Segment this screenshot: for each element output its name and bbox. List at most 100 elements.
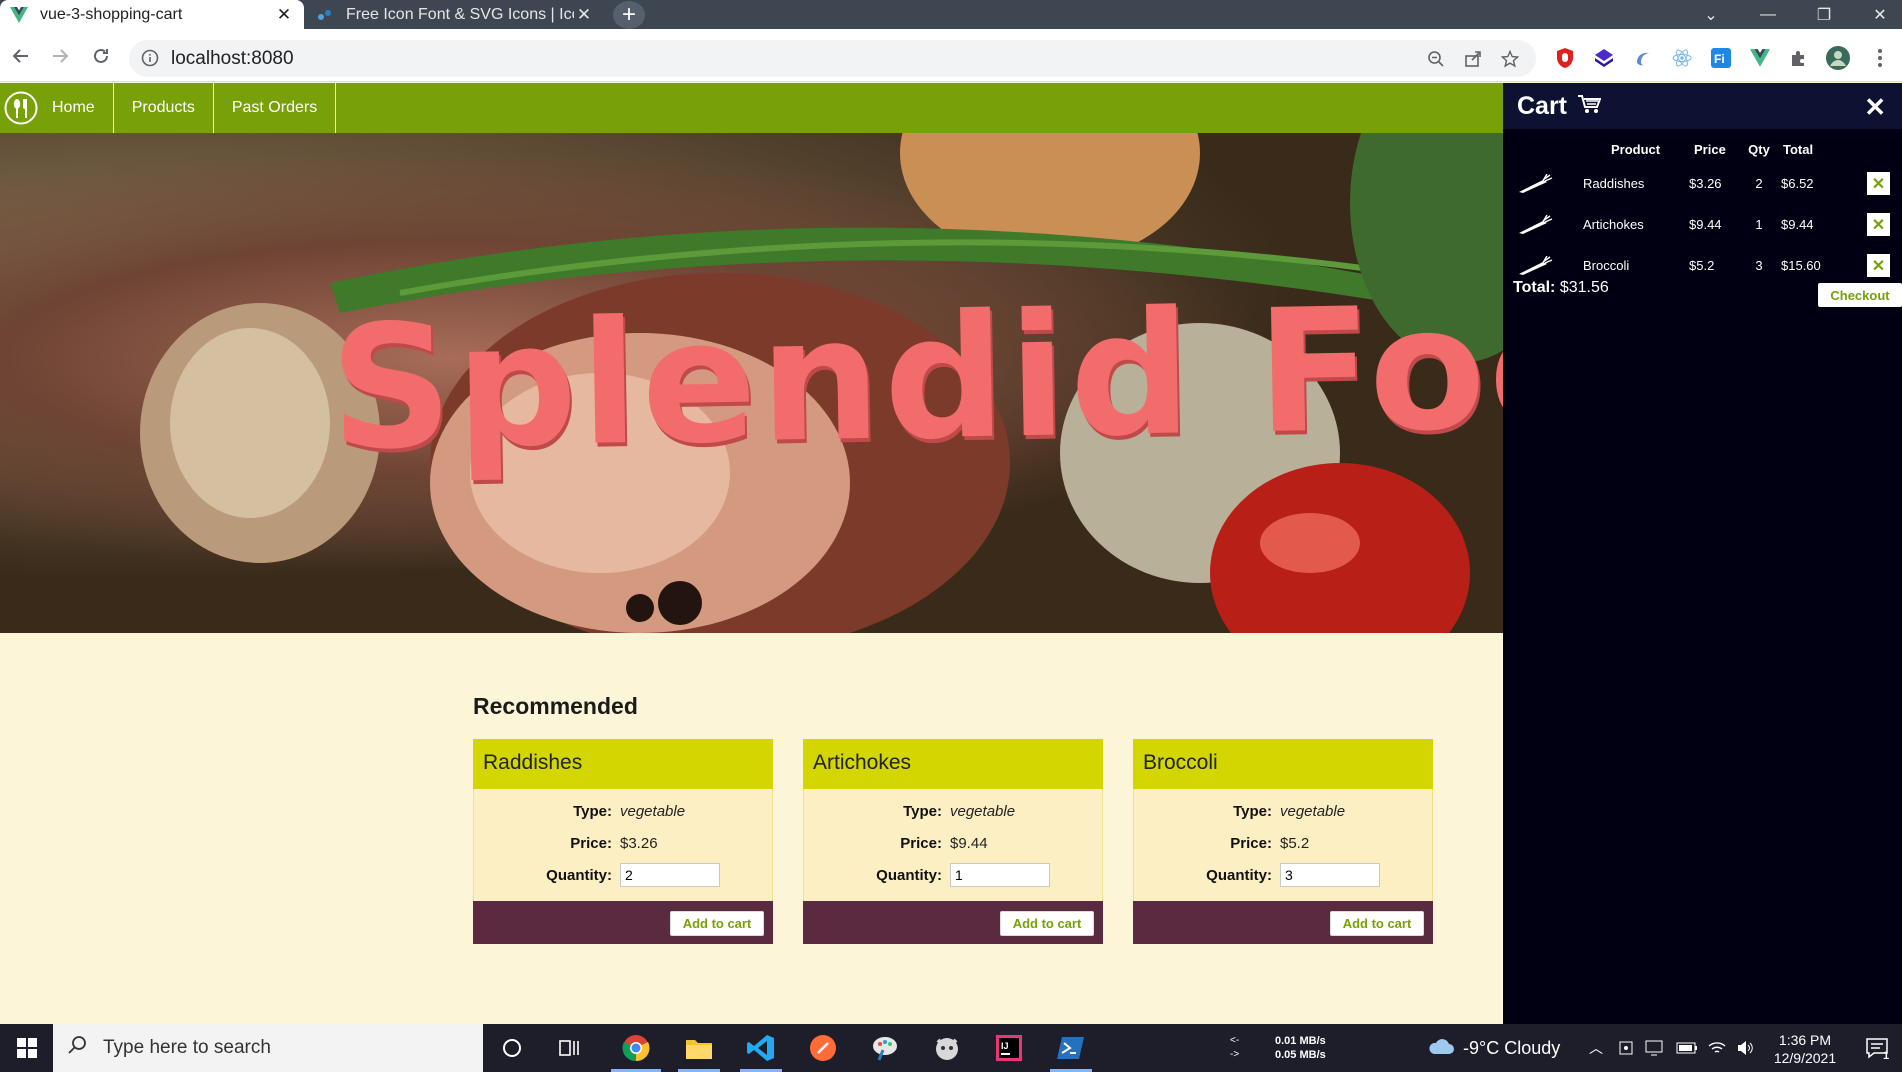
clock[interactable]: 1:36 PM 12/9/2021 [1765,1031,1845,1067]
address-bar[interactable]: localhost:8080 [129,40,1536,77]
tab-close-icon[interactable]: ✕ [574,5,594,25]
show-hidden-icons-icon[interactable]: ︿ [1582,1024,1610,1072]
profile-avatar-icon[interactable] [1824,44,1852,72]
nav-past-orders[interactable]: Past Orders [214,83,337,133]
paint-icon[interactable] [856,1024,914,1072]
intellij-icon[interactable]: IJ [980,1024,1038,1072]
battery-icon[interactable] [1673,1024,1701,1072]
remove-icon[interactable]: ✕ [1867,254,1890,277]
net-up-speed: 0.01 MB/s [1275,1035,1326,1047]
tab-close-icon[interactable]: ✕ [274,5,294,25]
cart-row: Artichokes $9.44 1 $9.44 ✕ [1511,204,1894,245]
quantity-input[interactable] [620,863,720,887]
task-view-icon[interactable] [541,1024,599,1072]
taskbar-search-input[interactable]: Type here to search [53,1024,483,1072]
remove-item-button[interactable]: ✕ [1867,204,1891,245]
net-down-speed: 0.05 MB/s [1275,1049,1326,1061]
network-arrows: <- -> [1230,1034,1239,1062]
product-card: Raddishes Type: vegetable Price: $3.26 Qua… [473,739,773,944]
add-to-cart-button[interactable]: Add to cart [670,911,764,936]
weather-widget[interactable]: -9°C Cloudy [1427,1024,1560,1072]
cart-table-header: Product Price Qty Total [1511,135,1894,163]
vue-logo-icon [10,6,28,24]
font-identifier-icon[interactable]: Fi [1707,44,1735,72]
product-type: vegetable [950,802,1016,820]
type-label: Type: [1233,802,1272,820]
product-name: Raddishes [473,739,773,789]
monitor-icon[interactable] [1640,1024,1668,1072]
zoom-icon[interactable] [1425,48,1447,70]
browser-menu-icon[interactable] [1866,44,1894,72]
cart-title: Cart [1517,91,1568,120]
price-label: Price: [900,834,942,852]
page-viewport: Home Products Past Orders Splendid Food … [0,83,1902,1024]
checkout-button[interactable]: Checkout [1818,283,1902,307]
window-close-icon[interactable]: ✕ [1856,0,1902,29]
price-label: Price: [1230,834,1272,852]
cart-qty: 3 [1755,258,1763,273]
hero-banner: Splendid Food [0,133,1503,633]
extensions-puzzle-icon[interactable] [1785,44,1813,72]
type-label: Type: [573,802,612,820]
nav-home[interactable]: Home [42,83,114,133]
svg-text:Fi: Fi [1714,52,1725,66]
file-explorer-icon[interactable] [670,1024,728,1072]
type-label: Type: [903,802,942,820]
remove-icon[interactable]: ✕ [1867,213,1890,236]
url-text: localhost:8080 [171,48,294,69]
cart-item-total: $15.60 [1781,258,1821,273]
browser-tab[interactable]: Free Icon Font & SVG Icons | IcoF ✕ [306,0,604,29]
product-card: Artichokes Type: vegetable Price: $9.44 Qu… [803,739,1103,944]
windows-start-icon[interactable] [0,1024,53,1072]
github-desktop-icon[interactable] [918,1024,976,1072]
site-navbar: Home Products Past Orders [0,83,1503,133]
taskbar-search-placeholder: Type here to search [103,1037,271,1058]
react-devtools-icon[interactable] [1668,44,1696,72]
carrot-icon [1515,204,1555,245]
extension-swirl-icon[interactable] [1629,44,1657,72]
notification-center-icon[interactable]: 1 [1857,1024,1897,1072]
ublock-extension-icon[interactable] [1551,44,1579,72]
add-to-cart-button[interactable]: Add to cart [1000,911,1094,936]
minimize-icon[interactable]: — [1744,0,1792,29]
quantity-input[interactable] [950,863,1050,887]
reload-icon[interactable] [86,41,116,71]
cart-qty: 2 [1755,176,1763,191]
postman-icon[interactable] [794,1024,852,1072]
nav-products[interactable]: Products [114,83,214,133]
cart-product: Artichokes [1583,217,1644,232]
forward-icon[interactable] [45,41,75,71]
cart-table: Product Price Qty Total Raddishes $3.26 … [1511,135,1894,286]
browser-tab-active[interactable]: vue-3-shopping-cart ✕ [0,0,304,29]
cart-item-total: $9.44 [1781,217,1814,232]
share-icon[interactable] [1462,48,1484,70]
close-cart-icon[interactable]: ✕ [1864,92,1886,123]
meet-now-icon[interactable] [1612,1024,1640,1072]
product-price: $9.44 [950,834,988,852]
restore-icon[interactable]: ❐ [1800,0,1848,29]
wifi-icon[interactable] [1703,1024,1731,1072]
cortana-icon[interactable] [483,1024,541,1072]
site-info-icon[interactable] [141,49,159,72]
cart-price: $5.2 [1689,258,1715,273]
product-name: Artichokes [803,739,1103,789]
new-tab-button[interactable]: + [613,1,645,29]
chrome-taskbar-icon[interactable] [607,1024,665,1072]
site-logo-icon[interactable] [0,83,42,133]
extension-cube-icon[interactable] [1590,44,1618,72]
back-icon[interactable] [6,41,36,71]
remove-item-button[interactable]: ✕ [1867,163,1891,204]
browser-tab-strip: vue-3-shopping-cart ✕ Free Icon Font & S… [0,0,1902,29]
powershell-icon[interactable] [1042,1024,1100,1072]
add-to-cart-button[interactable]: Add to cart [1330,911,1424,936]
column-qty: Qty [1748,141,1770,157]
volume-icon[interactable] [1731,1024,1759,1072]
quantity-input[interactable] [1280,863,1380,887]
vscode-icon[interactable] [732,1024,790,1072]
recommended-heading: Recommended [473,693,638,719]
remove-icon[interactable]: ✕ [1867,172,1890,195]
bookmark-star-icon[interactable] [1499,48,1521,70]
vue-devtools-icon[interactable] [1746,44,1774,72]
tab-search-icon[interactable]: ⌄ [1687,0,1735,29]
remove-item-button[interactable]: ✕ [1867,245,1891,286]
